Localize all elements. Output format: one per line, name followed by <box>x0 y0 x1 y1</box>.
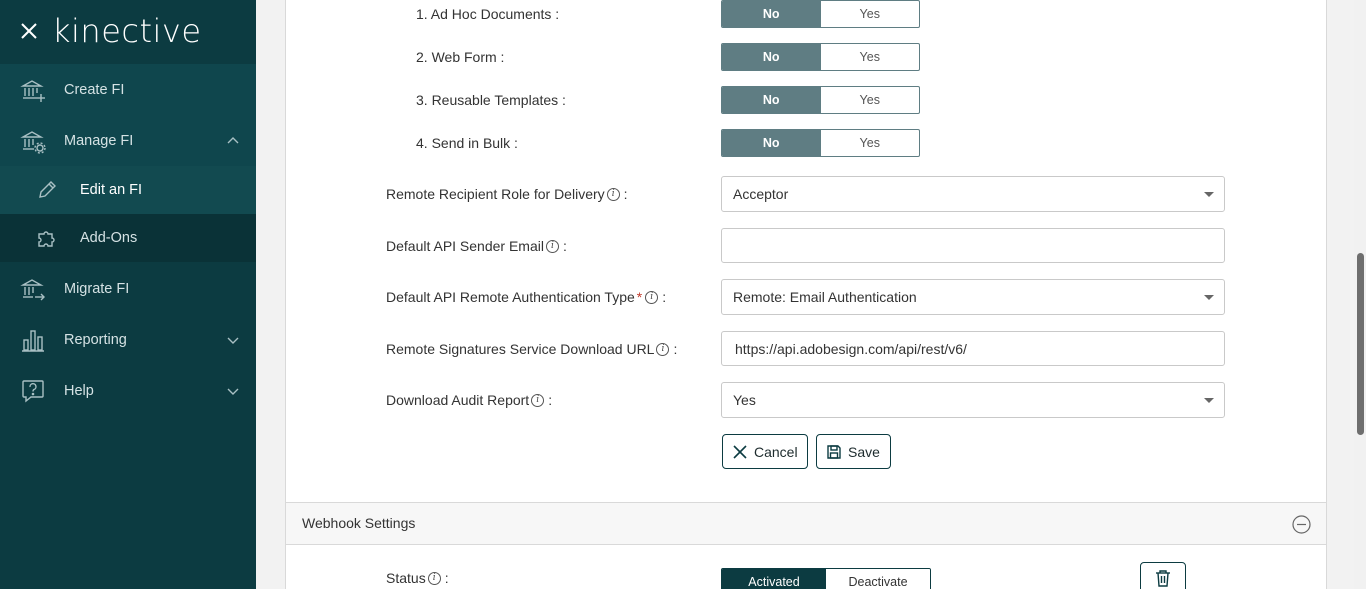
cancel-label: Cancel <box>754 443 798 460</box>
sidebar-item-reporting[interactable]: Reporting <box>0 314 256 365</box>
field-label-text: Remote Recipient Role for Delivery <box>386 186 605 202</box>
label-colon: : <box>662 289 667 305</box>
chevron-down-icon <box>227 388 239 395</box>
main-content: 1. Ad Hoc Documents : No Yes 2. Web Form… <box>256 0 1354 589</box>
label-colon: : <box>444 570 449 586</box>
sender-email-label: Default API Sender Email i : <box>386 238 567 254</box>
toggle-send-in-bulk: No Yes <box>721 129 920 157</box>
webhook-settings-title: Webhook Settings <box>302 515 416 531</box>
caret-down-icon <box>1204 398 1214 403</box>
feature-label-send-in-bulk: 4. Send in Bulk : <box>416 135 518 151</box>
sidebar: kinective Create FI Manage FI Edit an FI… <box>0 0 256 589</box>
toggle-no-option[interactable]: No <box>722 44 821 70</box>
toggle-no-option[interactable]: No <box>722 1 821 27</box>
collapse-minus-icon[interactable] <box>1292 515 1311 534</box>
select-value: Acceptor <box>733 186 789 202</box>
feature-label-web-form: 2. Web Form : <box>416 49 505 65</box>
field-label-text: Download Audit Report <box>386 392 530 408</box>
label-colon: : <box>562 238 567 254</box>
info-icon[interactable]: i <box>427 571 441 585</box>
close-icon <box>733 444 747 459</box>
caret-down-icon <box>1204 192 1214 197</box>
toggle-yes-option[interactable]: Yes <box>821 44 920 70</box>
sidebar-item-label: Reporting <box>64 331 127 348</box>
puzzle-icon <box>38 231 55 247</box>
caret-down-icon <box>1204 295 1214 300</box>
save-button[interactable]: Save <box>816 434 891 469</box>
bank-arrow-icon <box>20 278 45 300</box>
sidebar-item-help[interactable]: Help <box>0 365 256 416</box>
toggle-yes-option[interactable]: Yes <box>821 130 920 156</box>
bank-gear-icon <box>20 130 46 154</box>
audit-report-label: Download Audit Report i : <box>386 392 552 408</box>
info-icon[interactable]: i <box>645 290 659 304</box>
toggle-no-option[interactable]: No <box>722 87 821 113</box>
deactivate-option[interactable]: Deactivate <box>826 569 930 589</box>
toggle-web-form: No Yes <box>721 43 920 71</box>
delete-webhook-button[interactable] <box>1140 562 1186 589</box>
sender-email-input[interactable] <box>721 228 1225 263</box>
toggle-no-option[interactable]: No <box>722 130 821 156</box>
field-label-text: Remote Signatures Service Download URL <box>386 341 655 357</box>
info-icon[interactable]: i <box>656 342 670 356</box>
save-label: Save <box>848 443 880 460</box>
toggle-ad-hoc-documents: No Yes <box>721 0 920 28</box>
info-icon[interactable]: i <box>545 239 559 253</box>
select-value: Remote: Email Authentication <box>733 289 917 305</box>
sidebar-item-edit-fi[interactable]: Edit an FI <box>0 166 256 214</box>
label-colon: : <box>548 392 553 408</box>
trash-icon <box>1156 570 1170 587</box>
settings-card: 1. Ad Hoc Documents : No Yes 2. Web Form… <box>285 0 1327 589</box>
sidebar-item-create-fi[interactable]: Create FI <box>0 64 256 115</box>
field-label-text: Status <box>386 570 426 586</box>
scrollbar-thumb[interactable] <box>1357 253 1364 435</box>
sidebar-item-manage-fi[interactable]: Manage FI <box>0 115 256 166</box>
feature-label-ad-hoc: 1. Ad Hoc Documents : <box>416 6 560 22</box>
question-bubble-icon <box>22 379 44 402</box>
chevron-up-icon <box>227 136 239 143</box>
pencil-icon <box>39 181 56 198</box>
webhook-settings-header[interactable]: Webhook Settings <box>286 502 1326 545</box>
floppy-disk-icon <box>827 444 841 459</box>
brand-header: kinective <box>0 0 256 64</box>
toggle-reusable-templates: No Yes <box>721 86 920 114</box>
toggle-yes-option[interactable]: Yes <box>821 87 920 113</box>
sidebar-item-add-ons[interactable]: Add-Ons <box>0 214 256 262</box>
label-colon: : <box>673 341 678 357</box>
webhook-status-label: Status i : <box>386 570 449 586</box>
sidebar-item-migrate-fi[interactable]: Migrate FI <box>0 263 256 314</box>
sidebar-item-label: Edit an FI <box>80 182 143 198</box>
field-label-text: Default API Sender Email <box>386 238 544 254</box>
info-icon[interactable]: i <box>531 393 545 407</box>
info-icon[interactable]: i <box>606 187 620 201</box>
input-value: https://api.adobesign.com/api/rest/v6/ <box>735 340 967 357</box>
download-url-label: Remote Signatures Service Download URL i… <box>386 341 677 357</box>
auth-type-label: Default API Remote Authentication Type *… <box>386 289 666 305</box>
bar-chart-icon <box>22 329 44 352</box>
webhook-status-toggle: Activated Deactivate <box>721 568 931 589</box>
sidebar-item-label: Migrate FI <box>64 280 130 297</box>
required-asterisk: * <box>636 289 643 305</box>
label-colon: : <box>623 186 628 202</box>
download-url-input[interactable]: https://api.adobesign.com/api/rest/v6/ <box>721 331 1225 366</box>
sidebar-item-label: Help <box>64 382 94 399</box>
activated-option[interactable]: Activated <box>722 569 826 589</box>
auth-type-select[interactable]: Remote: Email Authentication <box>721 279 1225 315</box>
recipient-role-label: Remote Recipient Role for Delivery i : <box>386 186 628 202</box>
feature-label-reusable-templates: 3. Reusable Templates : <box>416 92 566 108</box>
recipient-role-select[interactable]: Acceptor <box>721 176 1225 212</box>
sidebar-item-label: Manage FI <box>64 132 134 149</box>
brand-logo: kinective <box>52 12 202 50</box>
bank-plus-icon <box>20 79 45 102</box>
field-label-text: Default API Remote Authentication Type <box>386 289 635 305</box>
page-scrollbar <box>1354 0 1366 589</box>
sidebar-item-label: Add-Ons <box>80 230 138 246</box>
audit-report-select[interactable]: Yes <box>721 382 1225 418</box>
cancel-button[interactable]: Cancel <box>722 434 808 469</box>
close-icon[interactable] <box>18 20 40 42</box>
toggle-yes-option[interactable]: Yes <box>821 1 920 27</box>
sidebar-item-label: Create FI <box>64 81 125 98</box>
select-value: Yes <box>733 392 756 408</box>
chevron-down-icon <box>227 337 239 344</box>
